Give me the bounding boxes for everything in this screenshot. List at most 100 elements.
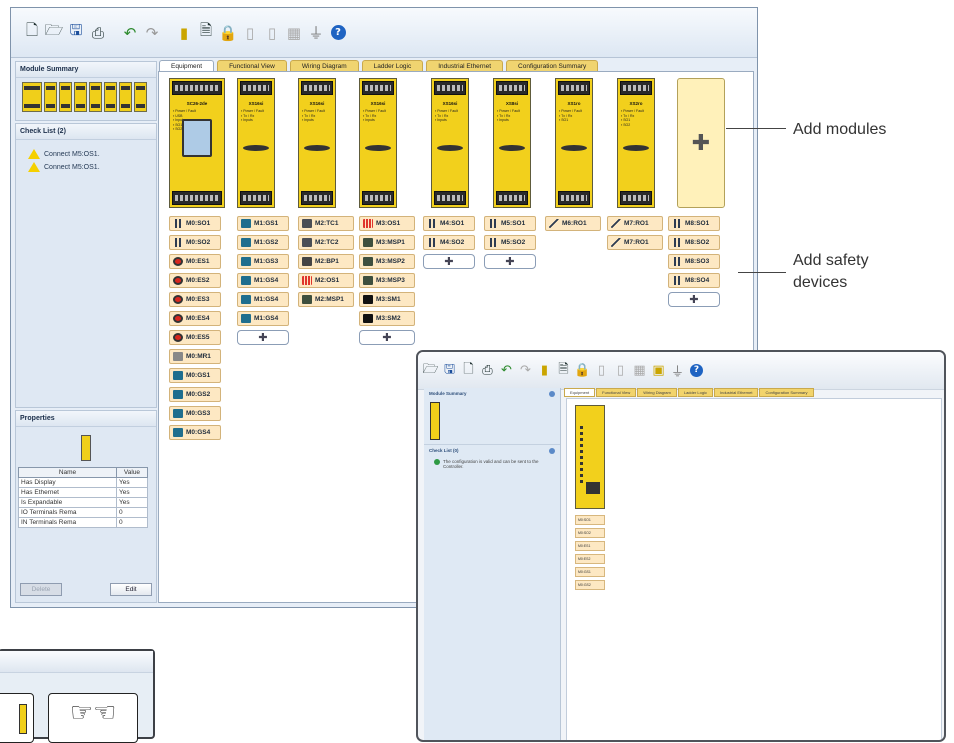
safety-device[interactable]: M8:SO1 [668, 216, 720, 231]
safety-device[interactable]: M3:MSP2 [359, 254, 415, 269]
add-device-button[interactable]: ✚ [423, 254, 475, 269]
table-row[interactable]: IO Terminals Rema 0 [18, 507, 149, 518]
tab-ladder-logic[interactable]: Ladder Logic [677, 388, 713, 397]
add-device-button[interactable]: ✚ [484, 254, 536, 269]
module-thumbnail[interactable] [22, 82, 42, 112]
relay-module[interactable]: XS2ro ▪ Power / Fault ▪ Tx / Rx ▪ SO1 ▪ SO2 [617, 78, 655, 208]
safety-device[interactable]: M6:RO1 [545, 216, 601, 231]
safety-device[interactable]: M4:SO2 [423, 235, 475, 250]
controller-module[interactable] [575, 405, 605, 509]
module-thumbnail[interactable] [104, 82, 117, 112]
safety-device[interactable]: M0:GS3 [169, 406, 221, 421]
lock-icon[interactable]: 🔒 [574, 362, 591, 380]
safety-device[interactable]: M3:SM2 [359, 311, 415, 326]
relay-module[interactable]: XS1ro ▪ Power / Fault ▪ Tx / Rx ▪ SO1 [555, 78, 593, 208]
safety-device[interactable]: M1:GS4 [237, 273, 289, 288]
monitor-icon[interactable]: ▦ [285, 23, 303, 43]
table-row[interactable]: Has Ethernet Yes [18, 487, 149, 498]
expansion-module[interactable]: XS8si ▪ Power / Fault ▪ Tx / Rx ▪ Inputs [493, 78, 531, 208]
device[interactable]: M0:SO2 [575, 528, 605, 538]
device[interactable]: M0:SO1 [575, 515, 605, 525]
tab-industrial-ethernet[interactable]: Industrial Ethernet [714, 388, 759, 397]
tab-configuration-summary[interactable]: Configuration Summary [759, 388, 814, 397]
safety-device[interactable]: M3:MSP3 [359, 273, 415, 288]
module-gray2-icon[interactable]: ▯ [612, 362, 629, 380]
module-gray2-icon[interactable]: ▯ [263, 23, 281, 43]
module-gray-icon[interactable]: ▯ [241, 23, 259, 43]
expansion-module[interactable]: XS16si ▪ Power / Fault ▪ Tx / Rx ▪ Inputs [359, 78, 397, 208]
table-row[interactable]: Has Display Yes [18, 477, 149, 488]
print-icon[interactable]: ⎙ [479, 362, 496, 380]
expansion-module[interactable]: XS16si ▪ Power / Fault ▪ Tx / Rx ▪ Inputs [237, 78, 275, 208]
tab-equipment[interactable]: Equipment [564, 388, 596, 397]
save-icon[interactable]: 🖫 [441, 362, 458, 380]
expand-icon[interactable] [549, 391, 555, 397]
table-row[interactable]: IN Terminals Rema 0 [18, 517, 149, 528]
safety-device[interactable]: M1:GS3 [237, 254, 289, 269]
table-row[interactable]: Is Expandable Yes [18, 497, 149, 508]
undo-icon[interactable]: ↶ [121, 23, 139, 43]
safety-device[interactable]: M0:SO2 [169, 235, 221, 250]
module-tile[interactable] [0, 693, 34, 743]
module-thumbnail[interactable] [119, 82, 132, 112]
safety-device[interactable]: M3:SM1 [359, 292, 415, 307]
module-thumbnail[interactable] [134, 82, 147, 112]
add-device-button[interactable]: ✚ [668, 292, 720, 307]
tab-functional-view[interactable]: Functional View [596, 388, 637, 397]
safety-device[interactable]: M2:TC1 [298, 216, 354, 231]
device[interactable]: M0:GS2 [575, 580, 605, 590]
lock-icon[interactable]: 🔒 [219, 23, 238, 43]
expand-icon[interactable] [549, 448, 555, 454]
new-file-icon[interactable]: 🗋 [23, 21, 41, 43]
print-icon[interactable]: ⎙ [89, 23, 107, 43]
plug-icon[interactable]: ⏚ [307, 23, 325, 43]
module-thumbnail[interactable] [430, 402, 440, 440]
device[interactable]: M0:ES2 [575, 554, 605, 564]
module-summary-thumbnails[interactable] [16, 78, 156, 116]
safety-device[interactable]: M0:GS4 [169, 425, 221, 440]
safety-device[interactable]: M0:SO1 [169, 216, 221, 231]
safety-device[interactable]: M0:ES1 [169, 254, 221, 269]
safety-device[interactable]: M5:SO1 [484, 216, 536, 231]
add-device-button[interactable]: ✚ [359, 330, 415, 345]
report-icon[interactable]: 🗎 [555, 362, 572, 380]
monitor-icon[interactable]: ▦ [631, 362, 648, 380]
safety-device[interactable]: M3:MSP1 [359, 235, 415, 250]
help-icon[interactable]: ? [688, 362, 705, 380]
device[interactable]: M0:ES1 [575, 541, 605, 551]
safety-device[interactable]: M8:SO3 [668, 254, 720, 269]
checklist-item[interactable]: Connect M5:OS1. [16, 159, 156, 172]
module-thumbnail[interactable] [44, 82, 57, 112]
two-hand-control-tile[interactable]: ☞☜ [48, 693, 138, 743]
add-module-button[interactable]: ✚ [677, 78, 725, 208]
plug-icon[interactable]: ⏚ [669, 362, 686, 380]
safety-device[interactable]: M7:RO1 [607, 235, 663, 250]
controller-module[interactable]: SC26-2de ▪ Power / Fault ▪ USB ▪ Inputs ▪ S… [169, 78, 225, 208]
safety-device[interactable]: M5:SO2 [484, 235, 536, 250]
safety-device[interactable]: M0:GS1 [169, 368, 221, 383]
expansion-module[interactable]: XS16si ▪ Power / Fault ▪ Tx / Rx ▪ Inputs [431, 78, 469, 208]
safety-device[interactable]: M0:GS2 [169, 387, 221, 402]
safety-device[interactable]: M0:ES3 [169, 292, 221, 307]
delete-button[interactable]: Delete [20, 583, 62, 596]
module-thumbnail[interactable] [74, 82, 87, 112]
open-folder-icon[interactable]: 🗁 [422, 362, 439, 380]
safety-device[interactable]: M3:OS1 [359, 216, 415, 231]
safety-device[interactable]: M1:GS1 [237, 216, 289, 231]
safety-device[interactable]: M7:RO1 [607, 216, 663, 231]
safety-device[interactable]: M2:BP1 [298, 254, 354, 269]
undo-icon[interactable]: ↶ [498, 362, 515, 380]
safety-device[interactable]: M4:SO1 [423, 216, 475, 231]
module-icon[interactable]: ▮ [536, 362, 553, 380]
module-thumbnail[interactable] [89, 82, 102, 112]
safety-device[interactable]: M0:ES2 [169, 273, 221, 288]
device[interactable]: M0:GS1 [575, 567, 605, 577]
module-thumbnail[interactable] [59, 82, 72, 112]
tab-wiring-diagram[interactable]: Wiring Diagram [637, 388, 677, 397]
new-file-icon[interactable]: 🗋 [460, 362, 477, 380]
safety-device[interactable]: M0:MR1 [169, 349, 221, 364]
redo-icon[interactable]: ↷ [517, 362, 534, 380]
checklist-item[interactable]: Connect M5:OS1. [16, 146, 156, 159]
safety-device[interactable]: M8:SO4 [668, 273, 720, 288]
safety-device[interactable]: M1:GS2 [237, 235, 289, 250]
